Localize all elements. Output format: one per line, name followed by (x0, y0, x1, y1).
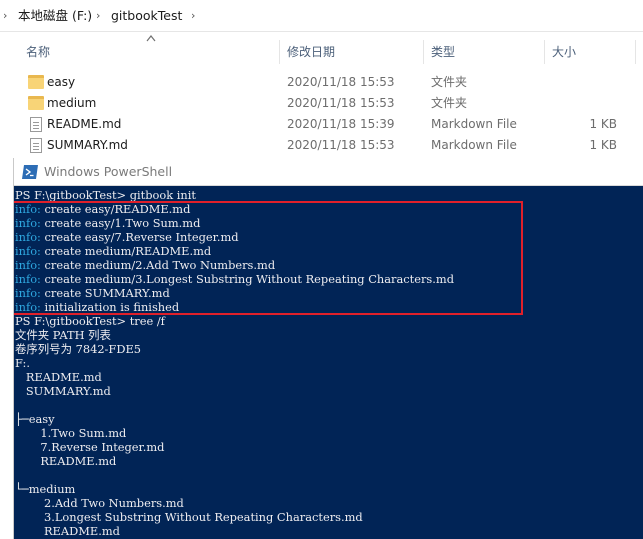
column-divider[interactable] (423, 40, 424, 64)
file-date: 2020/11/18 15:53 (287, 96, 395, 110)
console-line: 3.Longest Substring Without Repeating Ch… (15, 510, 363, 524)
file-size: 1 KB (589, 138, 617, 152)
console-line: info: create easy/7.Reverse Integer.md (15, 230, 239, 244)
file-name: README.md (47, 117, 122, 131)
breadcrumb-folder[interactable]: gitbookTest (111, 8, 182, 24)
file-row-summary[interactable]: SUMMARY.md 2020/11/18 15:53 Markdown Fil… (20, 135, 643, 156)
chevron-right-icon[interactable]: › (96, 9, 100, 23)
console-line: └─medium (15, 482, 76, 496)
column-divider[interactable] (544, 40, 545, 64)
file-type: 文件夹 (431, 75, 468, 89)
powershell-icon (22, 165, 38, 179)
console-line: README.md (15, 454, 117, 468)
folder-icon (28, 96, 44, 110)
column-header-date[interactable]: 修改日期 (287, 44, 335, 60)
file-type: Markdown File (431, 138, 517, 152)
console-line: info: create medium/3.Longest Substring … (15, 272, 454, 286)
address-bar[interactable]: › 本地磁盘 (F:) › gitbookTest › (0, 0, 643, 32)
column-header-type[interactable]: 类型 (431, 44, 455, 60)
column-divider[interactable] (635, 40, 636, 64)
markdown-file-icon (30, 138, 42, 153)
file-name: medium (47, 96, 97, 110)
console-line: PS F:\gitbookTest> tree /f (15, 314, 165, 328)
window-title: Windows PowerShell (44, 164, 173, 179)
file-row-readme[interactable]: README.md 2020/11/18 15:39 Markdown File… (20, 114, 643, 135)
powershell-window[interactable]: Windows PowerShell PS F:\gitbookTest> gi… (13, 158, 643, 539)
file-type: 文件夹 (431, 96, 468, 110)
console-line: F:. (15, 356, 30, 370)
console-line: info: initialization is finished (15, 300, 180, 314)
console-line: info: create medium/2.Add Two Numbers.md (15, 258, 276, 272)
console-line: 卷序列号为 7842-FDE5 (15, 342, 142, 356)
file-row-medium[interactable]: medium 2020/11/18 15:53 文件夹 (20, 93, 643, 114)
file-name: SUMMARY.md (47, 138, 128, 152)
sort-ascending-icon (146, 35, 156, 42)
console-line: PS F:\gitbookTest> gitbook init (15, 188, 196, 202)
folder-icon (28, 75, 44, 89)
file-size: 1 KB (589, 117, 617, 131)
breadcrumb-drive[interactable]: 本地磁盘 (F:) (18, 8, 92, 24)
file-date: 2020/11/18 15:53 (287, 138, 395, 152)
chevron-right-icon[interactable]: › (191, 9, 195, 23)
console-line: 文件夹 PATH 列表 (15, 328, 111, 342)
column-header-name[interactable]: 名称 (26, 44, 50, 60)
file-name: easy (47, 75, 76, 89)
console-line: README.md (15, 524, 120, 538)
console-line: README.md (15, 370, 102, 384)
file-type: Markdown File (431, 117, 517, 131)
file-date: 2020/11/18 15:53 (287, 75, 395, 89)
column-divider[interactable] (279, 40, 280, 64)
column-header-size[interactable]: 大小 (552, 44, 576, 60)
console-line: ├─easy (15, 412, 55, 426)
console-line: info: create medium/README.md (15, 244, 212, 258)
console-line: SUMMARY.md (15, 384, 111, 398)
file-row-easy[interactable]: easy 2020/11/18 15:53 文件夹 (20, 72, 643, 93)
console-line: info: create easy/README.md (15, 202, 191, 216)
console-line: info: create easy/1.Two Sum.md (15, 216, 201, 230)
console-line: info: create SUMMARY.md (15, 286, 170, 300)
console-line: 7.Reverse Integer.md (15, 440, 165, 454)
markdown-file-icon (30, 117, 42, 132)
console-line: 1.Two Sum.md (15, 426, 127, 440)
file-explorer: › 本地磁盘 (F:) › gitbookTest › 名称 修改日期 类型 大… (0, 0, 643, 160)
chevron-right-icon[interactable]: › (3, 9, 7, 23)
file-date: 2020/11/18 15:39 (287, 117, 395, 131)
console-output[interactable]: PS F:\gitbookTest> gitbook init info: cr… (14, 187, 643, 539)
powershell-titlebar[interactable]: Windows PowerShell (14, 158, 643, 186)
console-line: 2.Add Two Numbers.md (15, 496, 184, 510)
